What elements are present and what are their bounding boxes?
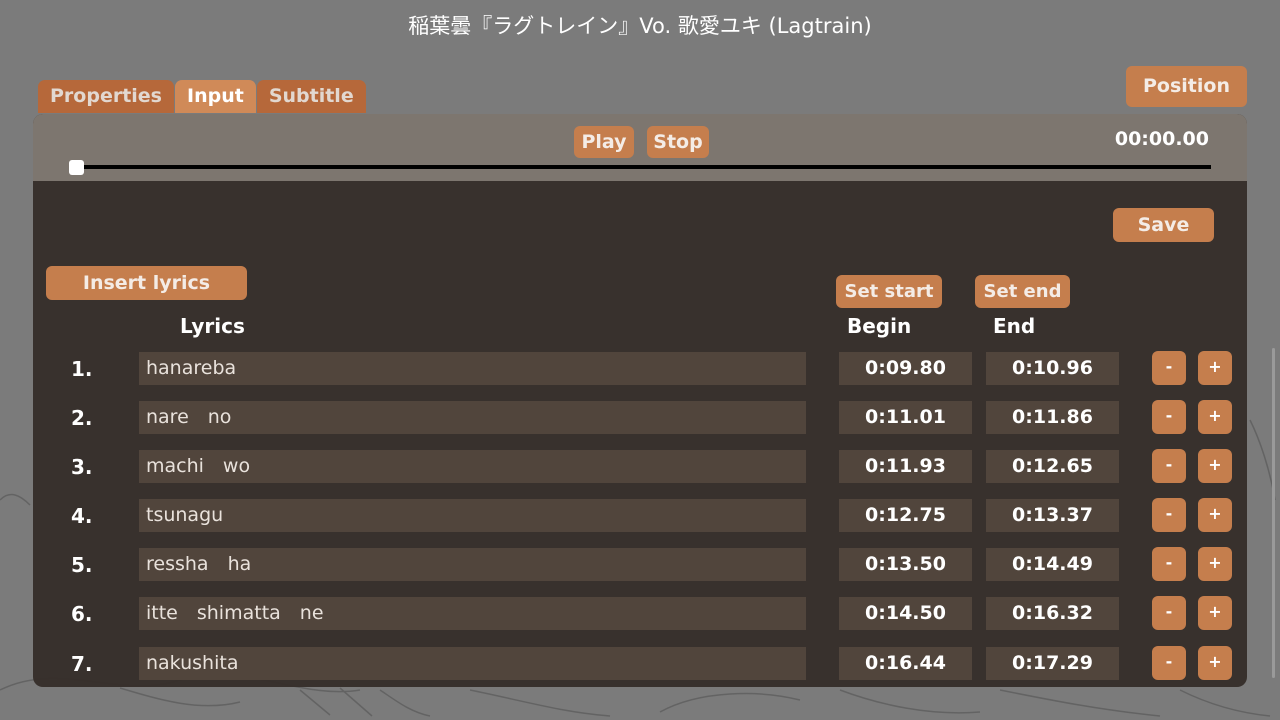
remove-row-button[interactable]: - <box>1152 498 1186 532</box>
lyric-row: 5. ressha ha 0:13.50 0:14.49 - + <box>33 547 1247 583</box>
lyric-row: 3. machi wo 0:11.93 0:12.65 - + <box>33 449 1247 485</box>
row-number: 2. <box>71 406 93 430</box>
seek-bar[interactable] <box>73 165 1211 169</box>
row-number: 7. <box>71 652 93 676</box>
begin-time-field[interactable]: 0:16.44 <box>839 647 972 680</box>
tab-input[interactable]: Input <box>175 80 256 113</box>
begin-time-field[interactable]: 0:11.93 <box>839 450 972 483</box>
lyrics-column-header: Lyrics <box>180 314 245 338</box>
begin-time-field[interactable]: 0:11.01 <box>839 401 972 434</box>
row-number: 5. <box>71 553 93 577</box>
end-time-field[interactable]: 0:11.86 <box>986 401 1119 434</box>
begin-time-field[interactable]: 0:09.80 <box>839 352 972 385</box>
end-time-field[interactable]: 0:10.96 <box>986 352 1119 385</box>
lyric-row: 2. nare no 0:11.01 0:11.86 - + <box>33 400 1247 436</box>
lyric-input[interactable]: tsunagu <box>139 499 806 532</box>
input-panel: Play Stop 00:00.00 Save Insert lyrics Se… <box>33 114 1247 687</box>
remove-row-button[interactable]: - <box>1152 596 1186 630</box>
end-time-field[interactable]: 0:12.65 <box>986 450 1119 483</box>
lyric-input[interactable]: nakushita <box>139 647 806 680</box>
add-row-button[interactable]: + <box>1198 596 1232 630</box>
remove-row-button[interactable]: - <box>1152 351 1186 385</box>
window-title: 稲葉曇『ラグトレイン』Vo. 歌愛ユキ (Lagtrain) <box>408 14 872 38</box>
begin-time-field[interactable]: 0:12.75 <box>839 499 972 532</box>
save-button[interactable]: Save <box>1113 208 1214 242</box>
row-number: 6. <box>71 602 93 626</box>
begin-time-field[interactable]: 0:14.50 <box>839 597 972 630</box>
add-row-button[interactable]: + <box>1198 351 1232 385</box>
row-number: 1. <box>71 357 93 381</box>
lyric-input[interactable]: itte shimatta ne <box>139 597 806 630</box>
lyric-input[interactable]: nare no <box>139 401 806 434</box>
end-column-header: End <box>993 314 1036 338</box>
lyric-row: 1. hanareba 0:09.80 0:10.96 - + <box>33 351 1247 387</box>
page-scrollbar[interactable] <box>1272 348 1275 678</box>
remove-row-button[interactable]: - <box>1152 400 1186 434</box>
position-button[interactable]: Position <box>1126 66 1247 107</box>
lyric-input[interactable]: machi wo <box>139 450 806 483</box>
add-row-button[interactable]: + <box>1198 400 1232 434</box>
add-row-button[interactable]: + <box>1198 547 1232 581</box>
remove-row-button[interactable]: - <box>1152 547 1186 581</box>
add-row-button[interactable]: + <box>1198 498 1232 532</box>
tab-bar: Properties Input Subtitle <box>38 80 367 113</box>
insert-lyrics-button[interactable]: Insert lyrics <box>46 266 247 300</box>
stop-button[interactable]: Stop <box>647 126 709 158</box>
end-time-field[interactable]: 0:16.32 <box>986 597 1119 630</box>
add-row-button[interactable]: + <box>1198 449 1232 483</box>
set-start-button[interactable]: Set start <box>836 275 942 308</box>
lyric-row: 4. tsunagu 0:12.75 0:13.37 - + <box>33 498 1247 534</box>
row-number: 4. <box>71 504 93 528</box>
audio-player: Play Stop 00:00.00 <box>33 114 1247 181</box>
begin-time-field[interactable]: 0:13.50 <box>839 548 972 581</box>
tab-properties[interactable]: Properties <box>38 80 174 113</box>
end-time-field[interactable]: 0:17.29 <box>986 647 1119 680</box>
row-number: 3. <box>71 455 93 479</box>
add-row-button[interactable]: + <box>1198 646 1232 680</box>
current-time: 00:00.00 <box>1114 128 1209 150</box>
lyric-input[interactable]: ressha ha <box>139 548 806 581</box>
end-time-field[interactable]: 0:13.37 <box>986 499 1119 532</box>
remove-row-button[interactable]: - <box>1152 646 1186 680</box>
play-button[interactable]: Play <box>574 126 634 158</box>
lyric-input[interactable]: hanareba <box>139 352 806 385</box>
lyric-row: 6. itte shimatta ne 0:14.50 0:16.32 - + <box>33 596 1247 632</box>
set-end-button[interactable]: Set end <box>975 275 1070 308</box>
seek-handle[interactable] <box>69 160 84 175</box>
begin-column-header: Begin <box>847 314 912 338</box>
remove-row-button[interactable]: - <box>1152 449 1186 483</box>
lyric-row: 7. nakushita 0:16.44 0:17.29 - + <box>33 646 1247 682</box>
end-time-field[interactable]: 0:14.49 <box>986 548 1119 581</box>
tab-subtitle[interactable]: Subtitle <box>256 80 366 113</box>
